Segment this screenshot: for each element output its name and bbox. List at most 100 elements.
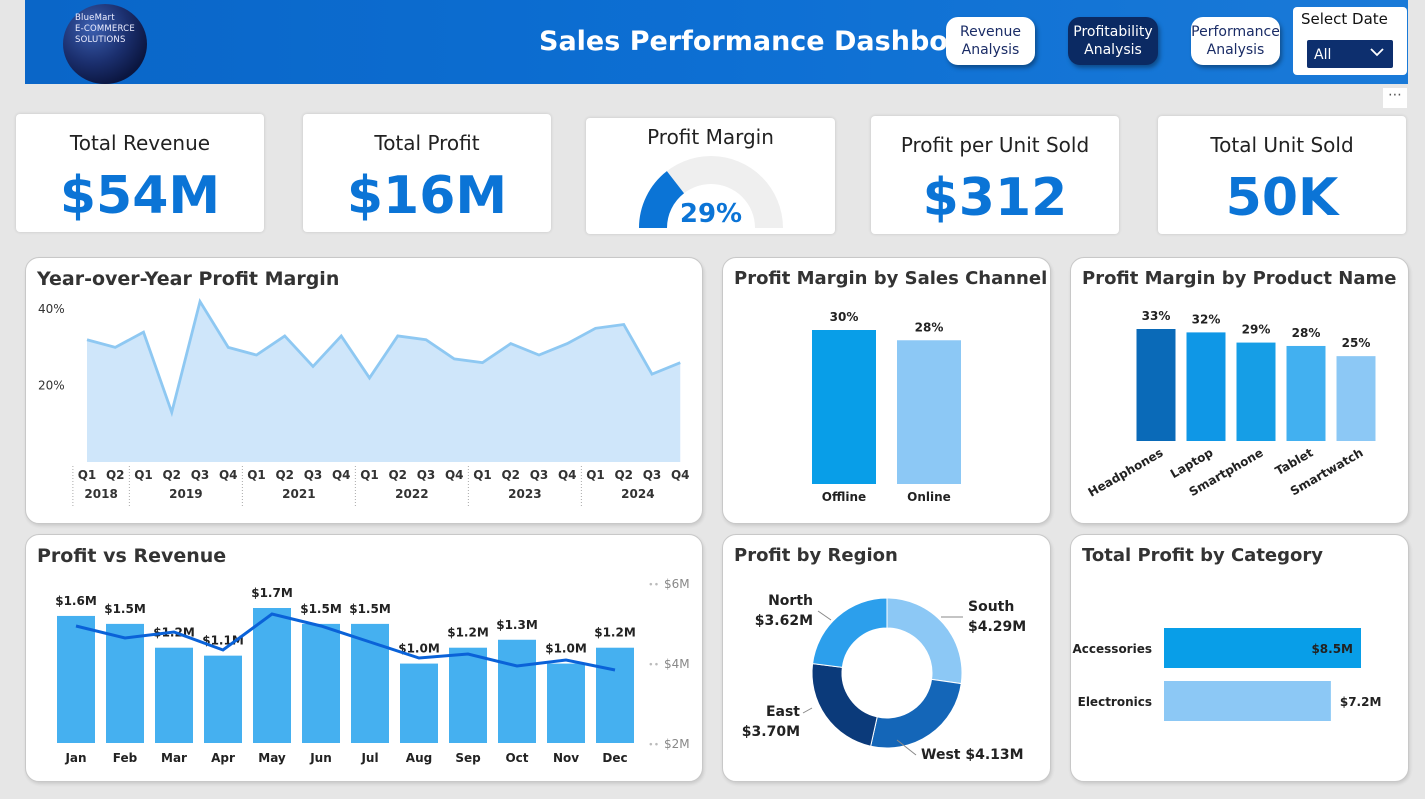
profit-by-category-card: Total Profit by Category Accessories $8.5…: [1070, 534, 1409, 782]
nav-label-line2: Analysis: [1206, 42, 1265, 58]
area-fill: [87, 301, 681, 462]
x-tick-year: 2024: [621, 487, 654, 501]
data-label: 33%: [1142, 309, 1171, 323]
kpi-title: Total Profit: [374, 131, 480, 155]
data-label: $1.2M: [447, 626, 489, 640]
y-tick-label: Accessories: [1073, 642, 1153, 656]
x-tick-quarter: Q3: [304, 468, 323, 482]
donut-slice: [870, 678, 962, 749]
kpi-profit-margin: Profit Margin 29%: [586, 118, 835, 234]
kpi-title: Profit per Unit Sold: [900, 133, 1090, 157]
x-tick-label: Nov: [553, 751, 579, 765]
data-label: 32%: [1192, 312, 1221, 326]
kpi-value: $16M: [346, 166, 508, 226]
x-tick-label: Dec: [602, 751, 627, 765]
kpi-total-units: Total Unit Sold 50K: [1158, 116, 1406, 234]
profit-by-region-card: Profit by Region South $4.29M West $4.13M E…: [722, 534, 1051, 782]
x-tick-quarter: Q4: [332, 468, 351, 482]
category-chart: Accessories $8.5M Electronics $7.2M: [1073, 628, 1381, 721]
gauge-value: 29%: [680, 199, 742, 229]
donut-slice: [811, 663, 878, 747]
data-label: 30%: [830, 310, 859, 324]
kpi-profit-per-unit: Profit per Unit Sold $312: [871, 116, 1119, 234]
y-tick-dots: ∙∙: [648, 740, 659, 750]
x-tick-quarter: Q3: [191, 468, 210, 482]
date-select-dropdown[interactable]: All: [1307, 40, 1393, 68]
data-label: $8.5M: [1311, 642, 1353, 656]
performance-analysis-button[interactable]: Performance Analysis: [1191, 17, 1280, 65]
nav-label-line1: Revenue: [960, 24, 1021, 40]
x-tick-quarter: Q1: [360, 468, 379, 482]
data-label: $1.5M: [104, 602, 146, 616]
x-tick-label: Jun: [309, 751, 332, 765]
x-tick-quarter: Q2: [388, 468, 407, 482]
nav-label-line1: Performance: [1191, 24, 1280, 40]
y-tick-label: 20%: [38, 379, 65, 393]
x-tick-quarter: Q4: [445, 468, 464, 482]
profit-vs-revenue-card: Profit vs Revenue $6M ∙∙ $4M ∙∙ $2M ∙∙ $1.6M Ja…: [25, 534, 703, 782]
yoy-profit-margin-card: Year-over-Year Profit Margin 20% 40% Q1 Q2 Q…: [25, 257, 703, 524]
data-label: $1.5M: [349, 602, 391, 616]
profit-margin-gauge: 29%: [639, 156, 783, 229]
data-label: $1.0M: [545, 642, 587, 656]
slice-value: $3.70M: [742, 724, 800, 740]
x-tick-label: Jan: [64, 751, 86, 765]
bar: [253, 608, 291, 743]
logo-line-1: BlueMart: [75, 13, 115, 23]
x-tick-label: Mar: [161, 751, 187, 765]
nav-label-line2: Analysis: [1084, 42, 1142, 58]
page-title: Sales Performance Dashboard: [539, 26, 999, 57]
data-label: $1.3M: [496, 618, 538, 632]
more-options-icon[interactable]: ⋯: [1383, 88, 1407, 108]
donut-slice: [812, 597, 888, 668]
bar: [449, 647, 487, 743]
slice-name: East: [766, 704, 800, 720]
yoy-chart: 20% 40% Q1 Q2 Q1 Q2 Q3 Q4 Q1 Q2 Q3 Q4 Q1 Q2 Q3 Q4 Q1 Q2 Q3…: [38, 298, 690, 508]
slice-value: $3.62M: [755, 613, 813, 629]
slice-value: $4.29M: [968, 619, 1026, 635]
x-tick-quarter: Q3: [643, 468, 662, 482]
bar: [547, 663, 585, 743]
kpi-value: $312: [922, 168, 1068, 228]
bar: [1186, 332, 1226, 441]
logo-line-3: SOLUTIONS: [75, 35, 126, 45]
x-tick-label: Feb: [113, 751, 138, 765]
chevron-down-icon: [1369, 44, 1385, 64]
bar: [1236, 342, 1276, 441]
x-tick-label: Aug: [406, 751, 432, 765]
slice-name: North: [768, 593, 813, 609]
y-tick-label: Electronics: [1078, 695, 1152, 709]
header-bar: BlueMart E-COMMERCE SOLUTIONS Sales Perf…: [25, 0, 1408, 84]
region-chart: South $4.29M West $4.13M East $3.70M North $3.…: [742, 593, 1026, 763]
nav-label-line2: Analysis: [961, 42, 1020, 58]
kpi-title: Total Revenue: [69, 131, 211, 155]
bar: [106, 623, 144, 743]
x-tick-quarter: Q3: [530, 468, 549, 482]
y-tick-label-right: $6M: [664, 577, 690, 591]
leader-line: [817, 610, 832, 621]
bar: [1136, 329, 1176, 441]
x-tick-year: 2021: [282, 487, 315, 501]
bar: [1164, 681, 1331, 721]
bar: [1286, 345, 1326, 441]
product-margin-card: Profit Margin by Product Name 33% Headpho…: [1070, 257, 1409, 524]
kpi-total-profit: Total Profit $16M: [303, 114, 551, 232]
profitability-analysis-button[interactable]: Profitability Analysis: [1068, 17, 1158, 65]
x-tick-year: 2018: [84, 487, 117, 501]
x-tick-quarter: Q1: [473, 468, 492, 482]
revenue-analysis-button[interactable]: Revenue Analysis: [946, 17, 1035, 65]
y-tick-label: 40%: [38, 302, 65, 316]
bar: [498, 639, 536, 743]
bar: [812, 330, 876, 484]
donut-slice: [886, 597, 963, 685]
slice-label: West $4.13M: [921, 747, 1024, 763]
x-tick-label: Oct: [505, 751, 528, 765]
x-tick-label: Jul: [360, 751, 378, 765]
x-tick-quarter: Q2: [614, 468, 633, 482]
bar: [400, 663, 438, 743]
x-tick-quarter: Q1: [586, 468, 605, 482]
y-tick-label-right: $4M: [664, 657, 690, 671]
x-tick-quarter: Q1: [78, 468, 97, 482]
y-tick-dots: ∙∙: [648, 580, 659, 590]
channel-margin-card: Profit Margin by Sales Channel 30% Offlin…: [722, 257, 1051, 524]
